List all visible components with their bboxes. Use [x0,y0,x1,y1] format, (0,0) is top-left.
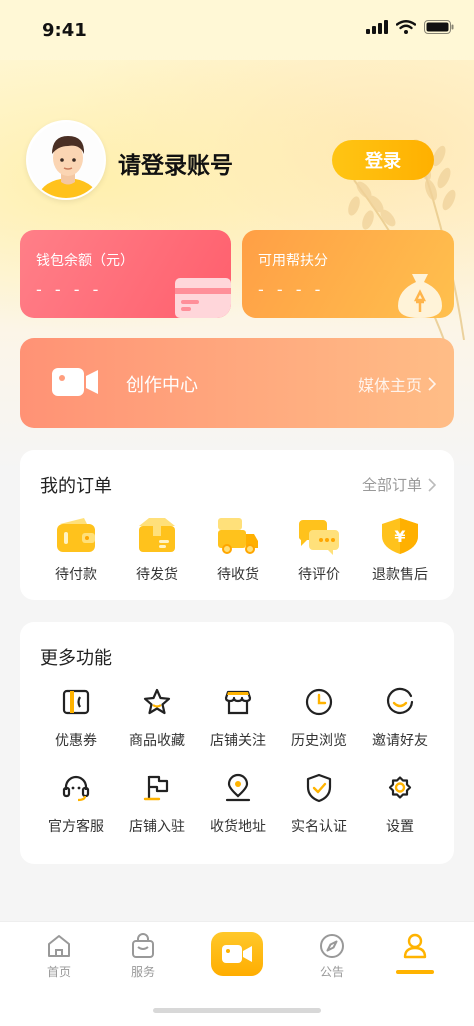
chat-icon [297,514,341,558]
bank-card-icon [175,278,231,318]
function-label: 设置 [386,819,414,835]
bag-icon [132,933,154,958]
signal-icon [366,20,388,34]
function-label: 历史浏览 [291,733,347,749]
function-label: 商品收藏 [129,733,185,749]
home-icon [48,935,70,957]
media-homepage-label: 媒体主页 [357,376,422,395]
svg-text:¥: ¥ [394,527,405,546]
wallet-icon [54,514,98,558]
clock-icon [297,680,341,724]
all-orders-label: 全部订单 [361,476,422,494]
coupons-entry[interactable]: 优惠券 [33,680,119,750]
star-icon [135,680,179,724]
location-icon [216,766,260,810]
function-label: 官方客服 [48,819,104,835]
invite-friends-entry[interactable]: 邀请好友 [357,680,443,750]
wallet-card[interactable]: 钱包余额（元） - - - - [20,230,231,318]
wifi-icon [396,20,416,34]
tab-home[interactable]: 首页 [19,932,99,980]
video-icon [222,945,252,963]
order-pending-payment[interactable]: 待付款 [33,514,119,584]
flag-icon [135,766,179,810]
video-camera-icon [52,368,98,396]
function-label: 邀请好友 [372,733,428,749]
order-status-label: 待付款 [55,567,97,583]
status-bar: 9:41 [0,0,474,60]
truck-icon [216,514,260,558]
package-icon [135,514,179,558]
more-functions-title: 更多功能 [40,648,112,669]
active-tab-indicator [396,970,434,974]
battery-icon [424,20,454,34]
history-entry[interactable]: 历史浏览 [276,680,362,750]
login-button[interactable]: 登录 [332,140,434,180]
creator-center-bar[interactable]: 创作中心 媒体主页 [20,338,454,428]
wallet-label: 钱包余额（元） [36,253,134,269]
order-pending-shipment[interactable]: 待发货 [114,514,200,584]
creator-center-title: 创作中心 [126,375,198,396]
function-label: 店铺入驻 [129,819,185,835]
order-pending-receipt[interactable]: 待收货 [195,514,281,584]
order-status-label: 退款售后 [372,567,428,583]
headset-icon [54,766,98,810]
function-label: 收货地址 [210,819,266,835]
shipping-address-entry[interactable]: 收货地址 [195,766,281,836]
tab-label: 首页 [46,965,71,979]
customer-service-entry[interactable]: 官方客服 [33,766,119,836]
smile-icon [378,680,422,724]
order-status-label: 待发货 [136,567,178,583]
login-prompt[interactable]: 请登录账号 [118,146,233,180]
function-label: 优惠券 [55,733,97,749]
wallet-value: - - - - [36,280,103,299]
chevron-right-icon [428,477,436,492]
avatar[interactable] [26,120,106,200]
status-icons [366,20,454,34]
gear-icon [378,766,422,810]
tab-profile[interactable] [375,932,455,960]
favorites-entry[interactable]: 商品收藏 [114,680,200,750]
points-value: - - - - [258,280,325,299]
status-time: 9:41 [42,20,87,41]
chevron-right-icon [428,377,436,391]
function-label: 实名认证 [291,819,347,835]
compass-icon [320,934,344,958]
tab-label: 公告 [319,965,344,979]
tab-label: 服务 [130,965,155,979]
orders-panel: 我的订单 全部订单 待付款 待发货 待收货 待评价 ¥ 退款售后 [20,450,454,600]
order-status-label: 待收货 [217,567,259,583]
store-icon [216,680,260,724]
user-icon [403,933,427,959]
followed-stores-entry[interactable]: 店铺关注 [195,680,281,750]
home-indicator [153,1008,321,1013]
orders-title: 我的订单 [40,476,112,497]
real-name-verification-entry[interactable]: 实名认证 [276,766,362,836]
media-homepage-link[interactable]: 媒体主页 [358,372,436,396]
settings-entry[interactable]: 设置 [357,766,443,836]
coupon-icon [54,680,98,724]
function-label: 店铺关注 [210,733,266,749]
tab-services[interactable]: 服务 [103,932,183,980]
more-functions-panel: 更多功能 优惠券 商品收藏 店铺关注 历史浏览 邀请好友 官方客服 店铺入驻 收… [20,622,454,864]
tab-notices[interactable]: 公告 [292,932,372,980]
store-settlement-entry[interactable]: 店铺入驻 [114,766,200,836]
all-orders-link[interactable]: 全部订单 [362,474,436,495]
refund-shield-icon: ¥ [378,514,422,558]
points-label: 可用帮扶分 [258,253,328,269]
tab-video[interactable] [211,932,263,976]
money-bag-icon [398,274,442,318]
order-pending-review[interactable]: 待评价 [276,514,362,584]
points-card[interactable]: 可用帮扶分 - - - - [242,230,454,318]
order-status-label: 待评价 [298,567,340,583]
order-refund-aftersales[interactable]: ¥ 退款售后 [357,514,443,584]
verified-shield-icon [297,766,341,810]
